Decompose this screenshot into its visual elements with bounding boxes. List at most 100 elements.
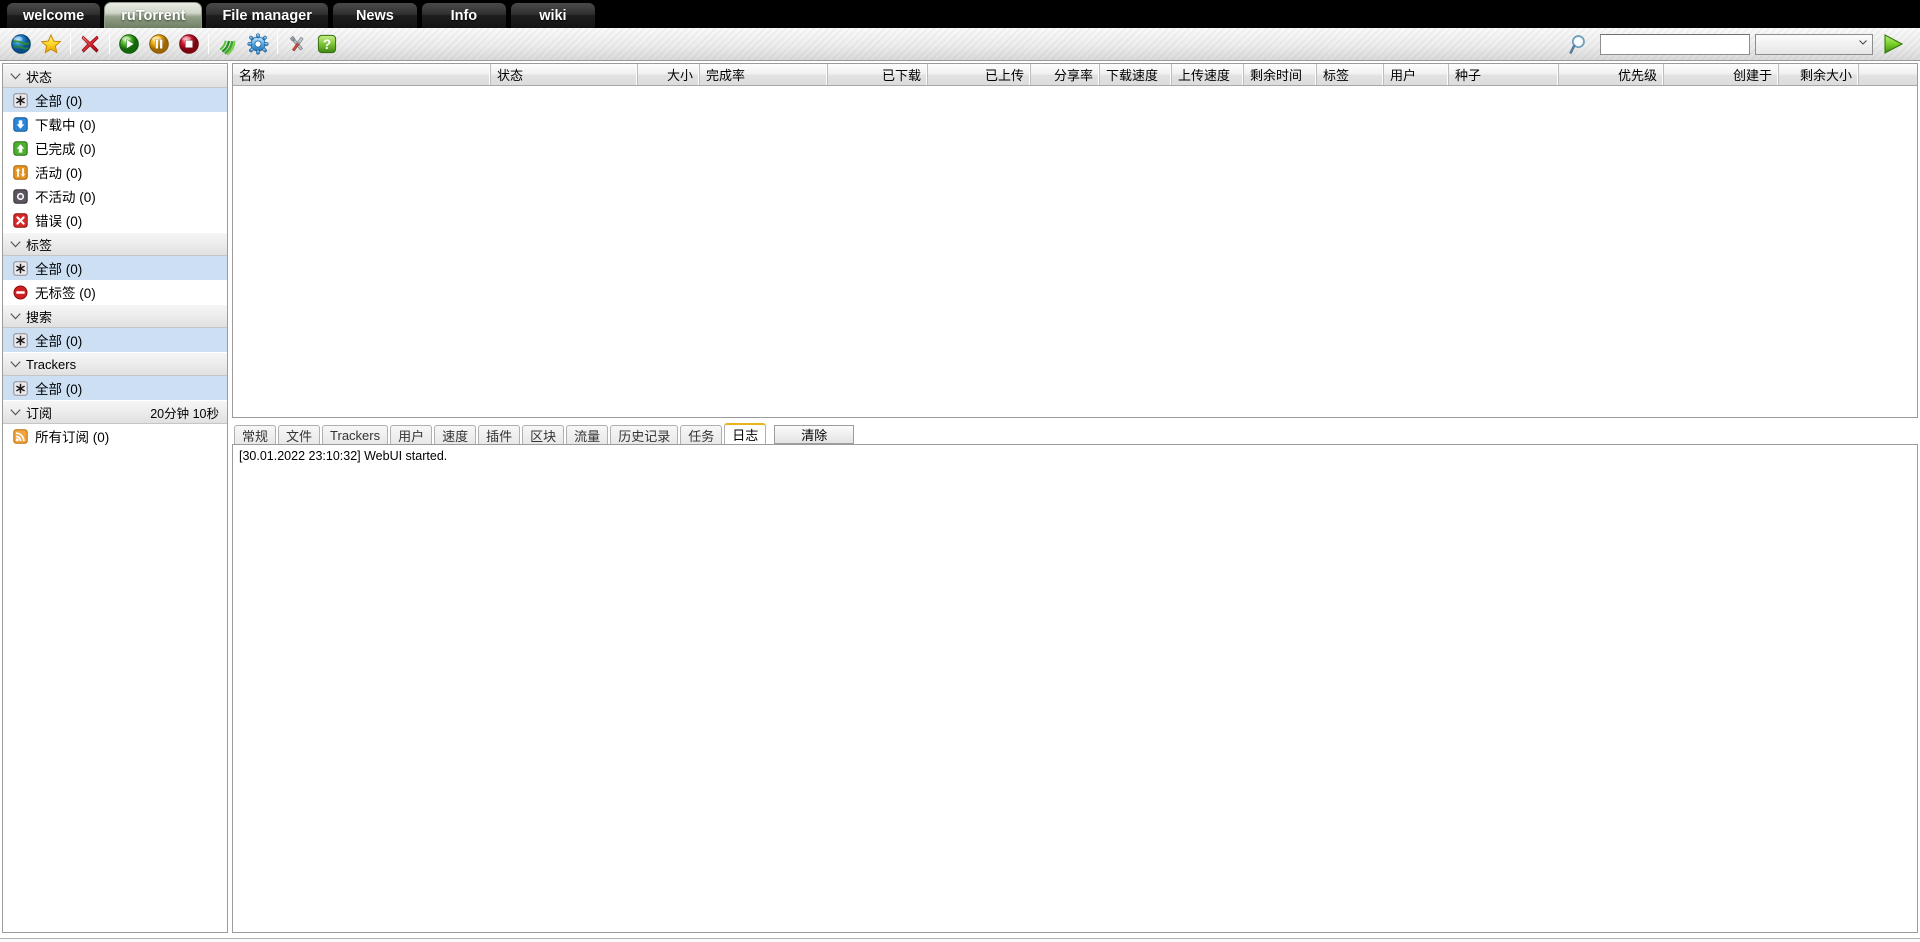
- sidebar-item-labels-1[interactable]: 无标签 (0): [3, 280, 227, 304]
- right-pane: 名称 状态 大小 完成率 已下载 已上传 分享率 下载速度 上传速度 剩余时间 标签 用户 种子 优先级创…: [232, 63, 1918, 933]
- column-header-10[interactable]: 标签: [1317, 64, 1384, 85]
- sidebar-section-extra: 20分钟 10秒: [150, 406, 219, 421]
- detail-tab-10[interactable]: 日志: [724, 423, 767, 444]
- detail-tab-5[interactable]: 插件: [478, 425, 521, 444]
- column-header-6[interactable]: 分享率: [1031, 64, 1100, 85]
- column-header-4[interactable]: 已下载: [828, 64, 928, 85]
- search-icon[interactable]: [1565, 29, 1595, 59]
- sidebar-section-header-rss[interactable]: 订阅 20分钟 10秒: [3, 400, 227, 424]
- window-tab-file-manager[interactable]: File manager: [205, 2, 329, 28]
- svg-text:?: ?: [323, 37, 331, 52]
- detail-tab-4[interactable]: 速度: [434, 425, 477, 444]
- sidebar-section-title: 订阅: [26, 405, 53, 421]
- detail-tab-bar: 常规 文件 Trackers 用户 速度 插件 区块 流量 历史记录 任务 日志 清除: [232, 423, 1918, 444]
- inactive-icon: [11, 188, 29, 204]
- sidebar-item-label: 全部 (0): [35, 94, 83, 109]
- stop-torrent-icon[interactable]: [174, 29, 204, 59]
- detail-tab-9[interactable]: 任务: [680, 425, 723, 444]
- sidebar-item-label: 全部 (0): [35, 382, 83, 397]
- sidebar-item-label: 错误 (0): [35, 214, 83, 229]
- window-tab-welcome[interactable]: welcome: [6, 2, 102, 28]
- sidebar-section-header-search[interactable]: 搜索: [3, 304, 227, 328]
- detail-tab-1[interactable]: 文件: [278, 425, 321, 444]
- column-header-7[interactable]: 下载速度: [1100, 64, 1172, 85]
- search-area: [1565, 29, 1914, 59]
- window-tab-wiki[interactable]: wiki: [509, 2, 596, 28]
- sidebar-item-label: 下载中 (0): [35, 118, 96, 133]
- main-area: 状态全部 (0) 下载中 (0) 已完成 (0) 活动 (0) 不活动 (0) 错误 (0…: [0, 61, 1920, 938]
- column-header-0[interactable]: 名称: [233, 64, 491, 85]
- sidebar-item-labels-0[interactable]: 全部 (0): [3, 256, 227, 280]
- sidebar-section-header-labels[interactable]: 标签: [3, 232, 227, 256]
- sidebar-item-status-5[interactable]: 错误 (0): [3, 208, 227, 232]
- window-tab-rutorrent[interactable]: ruTorrent: [104, 2, 203, 28]
- download-arrow-icon: [11, 116, 29, 132]
- column-header-1[interactable]: 状态: [491, 64, 638, 85]
- add-torrent-file-icon[interactable]: [36, 29, 66, 59]
- sidebar-item-status-0[interactable]: 全部 (0): [3, 88, 227, 112]
- settings-icon[interactable]: [243, 29, 273, 59]
- remove-torrent-icon[interactable]: [75, 29, 105, 59]
- column-header-3[interactable]: 完成率: [700, 64, 828, 85]
- torrent-table-body[interactable]: [233, 86, 1917, 417]
- detail-tab-6[interactable]: 区块: [522, 425, 565, 444]
- detail-tab-2[interactable]: Trackers: [322, 425, 389, 444]
- asterisk-icon: [11, 92, 29, 108]
- column-header-5[interactable]: 已上传: [928, 64, 1031, 85]
- sidebar-item-search-0[interactable]: 全部 (0): [3, 328, 227, 352]
- detail-tab-3[interactable]: 用户: [390, 425, 433, 444]
- sidebar-section-title: 状态: [26, 69, 53, 85]
- column-header-14[interactable]: 创建于: [1664, 64, 1779, 85]
- clear-log-button[interactable]: 清除: [774, 425, 855, 444]
- detail-tab-0[interactable]: 常规: [234, 425, 277, 444]
- sidebar-item-label: 不活动 (0): [35, 190, 96, 205]
- pause-torrent-icon[interactable]: [144, 29, 174, 59]
- sidebar-item-label: 所有订阅 (0): [35, 430, 110, 445]
- sidebar-section-title: 搜索: [26, 309, 53, 325]
- tools-icon[interactable]: [282, 29, 312, 59]
- column-header-15[interactable]: 剩余大小: [1779, 64, 1859, 85]
- sidebar-item-rss-0[interactable]: 所有订阅 (0): [3, 424, 227, 448]
- asterisk-icon: [11, 332, 29, 348]
- search-engine-select[interactable]: [1755, 33, 1873, 55]
- window-tab-news[interactable]: News: [331, 2, 418, 28]
- main-toolbar: ?: [0, 28, 1920, 61]
- sidebar-section-header-trackers[interactable]: Trackers: [3, 352, 227, 376]
- log-line: [30.01.2022 23:10:32] WebUI started.: [239, 449, 448, 463]
- upload-arrow-icon: [11, 140, 29, 156]
- sidebar-item-status-2[interactable]: 已完成 (0): [3, 136, 227, 160]
- sidebar-item-status-4[interactable]: 不活动 (0): [3, 184, 227, 208]
- rss-icon[interactable]: [213, 29, 243, 59]
- search-input[interactable]: [1600, 33, 1750, 55]
- rss-feed-icon: [11, 428, 29, 444]
- sidebar-item-trackers-0[interactable]: 全部 (0): [3, 376, 227, 400]
- collapse-triangle-icon: [9, 360, 21, 368]
- collapse-triangle-icon: [9, 72, 21, 80]
- sidebar-section-header-status[interactable]: 状态: [3, 64, 227, 88]
- column-header-12[interactable]: 种子: [1449, 64, 1559, 85]
- column-header-13[interactable]: 优先级: [1559, 64, 1664, 85]
- sidebar-item-status-1[interactable]: 下载中 (0): [3, 112, 227, 136]
- torrent-list-panel: 名称 状态 大小 完成率 已下载 已上传 分享率 下载速度 上传速度 剩余时间 标签 用户 种子 优先级创…: [232, 63, 1918, 418]
- detail-tab-7[interactable]: 流量: [566, 425, 609, 444]
- column-header-9[interactable]: 剩余时间: [1244, 64, 1317, 85]
- collapse-triangle-icon: [9, 312, 21, 320]
- search-go-button[interactable]: [1878, 29, 1908, 59]
- help-icon[interactable]: ?: [312, 29, 342, 59]
- window-tab-info[interactable]: Info: [420, 2, 507, 28]
- column-header-2[interactable]: 大小: [638, 64, 700, 85]
- sidebar-section-title: 标签: [26, 237, 53, 253]
- sidebar-item-label: 全部 (0): [35, 262, 83, 277]
- window-tab-bar: welcome ruTorrent File manager News Info wiki: [0, 0, 1920, 28]
- add-torrent-url-icon[interactable]: [6, 29, 36, 59]
- sidebar-item-status-3[interactable]: 活动 (0): [3, 160, 227, 184]
- sidebar-item-label: 已完成 (0): [35, 142, 96, 157]
- torrent-table-header: 名称 状态 大小 完成率 已下载 已上传 分享率 下载速度 上传速度 剩余时间 标签 用户 种子 优先级创…: [233, 64, 1917, 86]
- asterisk-icon: [11, 260, 29, 276]
- error-x-icon: [11, 212, 29, 228]
- start-torrent-icon[interactable]: [114, 29, 144, 59]
- column-header-8[interactable]: 上传速度: [1172, 64, 1244, 85]
- detail-tab-8[interactable]: 历史记录: [610, 425, 679, 444]
- collapse-triangle-icon: [9, 240, 21, 248]
- column-header-11[interactable]: 用户: [1384, 64, 1449, 85]
